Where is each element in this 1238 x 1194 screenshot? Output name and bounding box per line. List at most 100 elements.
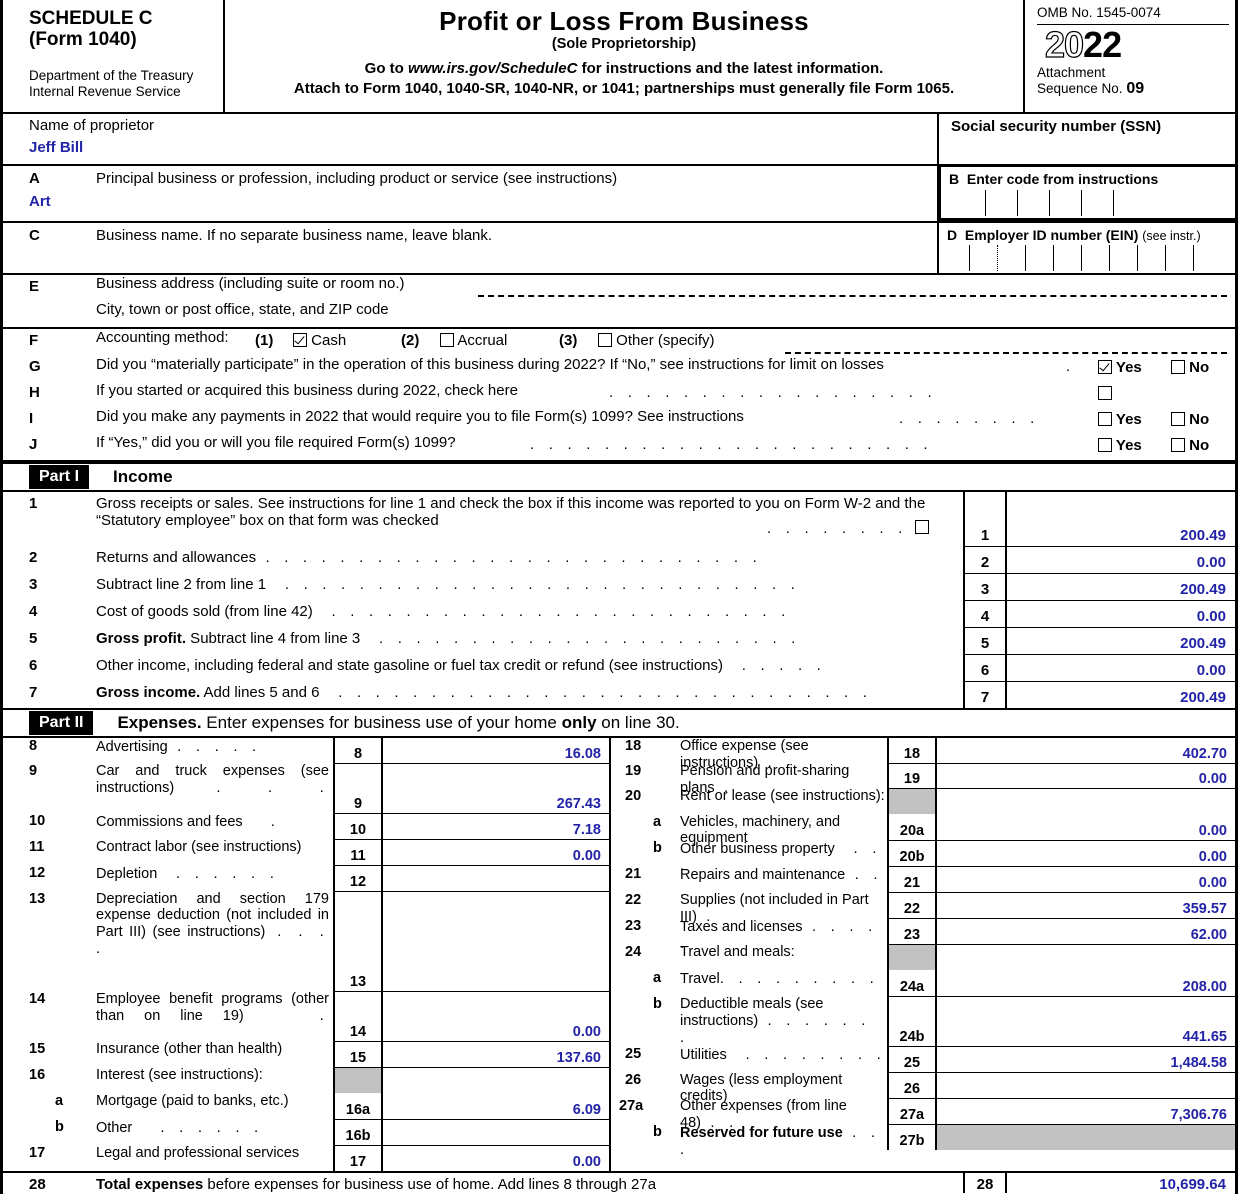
line-3-amount[interactable]: 200.49 (1007, 573, 1235, 600)
line-23-amount[interactable]: 62.00 (937, 918, 1235, 944)
part-1-title: Income (113, 467, 173, 486)
line-20b-amount[interactable]: 0.00 (937, 840, 1235, 866)
identity-right: Social security number (SSN) B Enter cod… (938, 114, 1235, 273)
line-16a-amount[interactable]: 6.09 (383, 1093, 609, 1119)
line-3-description: 3 Subtract line 2 from line 1 . . . . . … (3, 573, 963, 600)
line-17-label: Legal and professional services (96, 1145, 300, 1161)
line-a-row[interactable]: A Principal business or profession, incl… (3, 164, 937, 221)
form-title: Profit or Loss From Business (439, 6, 809, 36)
line-20a-amount[interactable]: 0.00 (937, 814, 1235, 840)
line-11-amount[interactable]: 0.00 (383, 839, 609, 865)
line-4-amount[interactable]: 0.00 (1007, 600, 1235, 627)
table-row: a Vehicles, machinery, and equipment 20a… (611, 814, 1235, 846)
line-7-amount[interactable]: 200.49 (1007, 681, 1235, 708)
line-f-other-label: Other (specify) (616, 332, 715, 349)
proprietor-name-field[interactable]: Name of proprietor Jeff Bill (3, 114, 937, 164)
line-g-leader: . (1066, 358, 1076, 375)
line-6-label: Other income, including federal and stat… (96, 657, 827, 674)
line-16-number-cell (333, 1067, 383, 1093)
table-row: a Travel. . . . . . . . . 24a 208.00 (611, 970, 1235, 996)
line-5-amount[interactable]: 200.49 (1007, 627, 1235, 654)
line-27b-amount (937, 1124, 1235, 1150)
part-2-banner: Part II Expenses. Enter expenses for bus… (3, 710, 1235, 738)
line-24a-letter: a (653, 970, 662, 986)
line-f-other-checkbox[interactable] (598, 333, 612, 347)
line-14-amount[interactable]: 0.00 (383, 991, 609, 1041)
line-a-value: Art (29, 193, 51, 210)
line-10-label: Commissions and fees . (96, 813, 281, 830)
line-20a-letter: a (653, 814, 662, 830)
line-19-amount[interactable]: 0.00 (937, 763, 1235, 788)
line-28-amount[interactable]: 10,699.64 (1007, 1173, 1235, 1193)
line-24b-amount[interactable]: 441.65 (937, 996, 1235, 1046)
line-d-box[interactable]: D Employer ID number (EIN) (see instr.) (939, 221, 1235, 273)
line-6-amount[interactable]: 0.00 (1007, 654, 1235, 681)
line-1-statutory-employee-checkbox[interactable] (915, 520, 929, 534)
table-row: 6 Other income, including federal and st… (3, 654, 1235, 681)
line-f-accrual-checkbox[interactable] (440, 333, 454, 347)
line-j-no-checkbox[interactable] (1171, 438, 1185, 452)
line-e-input-rule[interactable] (478, 295, 1227, 297)
line-e-city-row[interactable]: City, town or post office, state, and ZI… (3, 301, 1235, 329)
part-1-table: 1 Gross receipts or sales. See instructi… (3, 492, 1235, 710)
line-16-label: Interest (see instructions): (96, 1067, 263, 1083)
line-c-letter: C (29, 227, 40, 244)
table-row: 20 Rent or lease (see instructions): (611, 788, 1235, 814)
line-16a-number-cell: 16a (333, 1093, 383, 1119)
line-g-no-checkbox[interactable] (1171, 360, 1185, 374)
line-10-amount[interactable]: 7.18 (383, 813, 609, 839)
line-j-yes-checkbox[interactable] (1098, 438, 1112, 452)
table-row: 13 Depreciation and section 179 expense … (3, 891, 609, 991)
line-i-no-checkbox[interactable] (1171, 412, 1185, 426)
line-24a-amount[interactable]: 208.00 (937, 970, 1235, 996)
line-16b-amount[interactable] (383, 1119, 609, 1145)
line-e-row[interactable]: E Business address (including suite or r… (3, 275, 1235, 301)
line-2-amount[interactable]: 0.00 (1007, 546, 1235, 573)
line-i-no-label: No (1189, 411, 1210, 428)
line-24-amount (937, 944, 1235, 970)
line-c-row[interactable]: C Business name. If no separate business… (3, 221, 937, 273)
line-5-number-cell: 5 (963, 627, 1007, 654)
line-15-amount[interactable]: 137.60 (383, 1041, 609, 1067)
irs-url-link[interactable]: www.irs.gov/ScheduleC (408, 60, 577, 77)
line-24a-number-cell: 24a (887, 970, 937, 996)
line-10-number: 10 (29, 813, 46, 829)
line-17-amount[interactable]: 0.00 (383, 1145, 609, 1171)
form-number: (Form 1040) (29, 29, 137, 50)
line-i-row: I Did you make any payments in 2022 that… (3, 408, 1235, 434)
line-25-amount[interactable]: 1,484.58 (937, 1046, 1235, 1072)
line-13-amount[interactable] (383, 891, 609, 991)
part-2-tag: Part II (29, 711, 94, 735)
line-h-checkbox[interactable] (1098, 386, 1112, 400)
line-21-amount[interactable]: 0.00 (937, 866, 1235, 892)
table-row: 5 Gross profit. Subtract line 4 from lin… (3, 627, 1235, 654)
table-row: 12 Depletion . . . . . . 12 (3, 865, 609, 891)
line-f-other-input-rule[interactable] (785, 352, 1227, 354)
tax-year-short: 22 (1083, 24, 1122, 65)
line-17-description: 17 Legal and professional services (3, 1145, 333, 1171)
omb-number: OMB No. 1545-0074 (1037, 0, 1229, 25)
line-1-amount[interactable]: 200.49 (1007, 492, 1235, 546)
line-i-yes-checkbox[interactable] (1098, 412, 1112, 426)
line-22-amount[interactable]: 359.57 (937, 892, 1235, 918)
line-24b-letter: b (653, 996, 662, 1012)
line-g-yes-checkbox[interactable] (1098, 360, 1112, 374)
line-4-description: 4 Cost of goods sold (from line 42) . . … (3, 600, 963, 627)
line-f-cash-checkbox[interactable] (293, 333, 307, 347)
line-16a-label: Mortgage (paid to banks, etc.) (96, 1093, 289, 1109)
line-12-description: 12 Depletion . . . . . . (3, 865, 333, 891)
line-b-box[interactable]: B Enter code from instructions (938, 164, 1235, 221)
line-5-number: 5 (29, 630, 38, 647)
line-16b-letter: b (55, 1119, 64, 1135)
line-27a-amount[interactable]: 7,306.76 (937, 1098, 1235, 1124)
line-12-amount[interactable] (383, 865, 609, 891)
line-8-amount[interactable]: 16.08 (383, 738, 609, 763)
sequence-line: Sequence No. 09 (1037, 81, 1235, 97)
line-j-yes-label: Yes (1115, 437, 1142, 454)
line-26-amount[interactable] (937, 1072, 1235, 1098)
line-j-leader: . . . . . . . . . . . . . . . . . . . . … (530, 436, 933, 453)
ssn-field[interactable]: Social security number (SSN) (939, 114, 1235, 164)
line-9-amount[interactable]: 267.43 (383, 763, 609, 813)
line-18-amount[interactable]: 402.70 (937, 738, 1235, 763)
line-25-number-cell: 25 (887, 1046, 937, 1072)
